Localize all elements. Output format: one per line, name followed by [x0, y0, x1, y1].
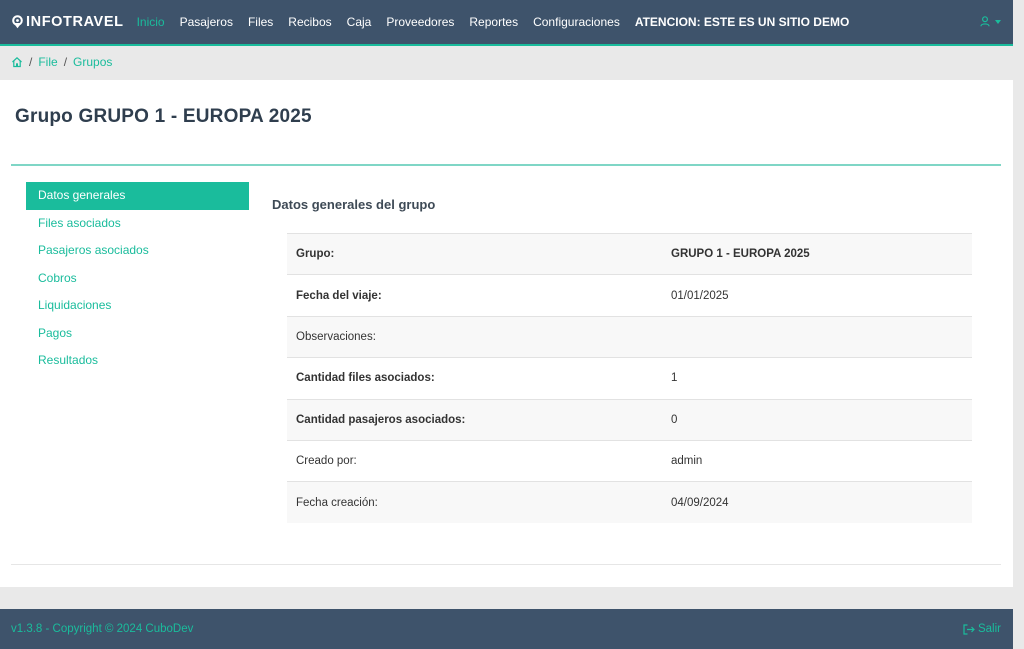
breadcrumb: / File / Grupos	[11, 55, 112, 69]
side-item-pasajeros-asociados[interactable]: Pasajeros asociados	[26, 237, 249, 265]
logout-button[interactable]: Salir	[963, 623, 1001, 635]
detail-value: admin	[671, 455, 703, 468]
top-navbar: INFOTRAVEL Inicio Pasajeros Files Recibo…	[0, 0, 1013, 46]
side-item-cobros[interactable]: Cobros	[26, 265, 249, 293]
nav-pasajeros[interactable]: Pasajeros	[180, 15, 233, 29]
breadcrumb-separator: /	[29, 55, 33, 69]
brand-logo[interactable]: INFOTRAVEL	[11, 14, 124, 30]
home-icon[interactable]	[11, 56, 23, 68]
user-icon	[980, 16, 990, 27]
copyright-text: v1.3.8 - Copyright © 2024 CuboDev	[11, 623, 194, 635]
logout-label: Salir	[977, 623, 1001, 635]
detail-value: 04/09/2024	[671, 496, 729, 509]
detail-label: Cantidad files asociados:	[296, 372, 435, 385]
detail-value: GRUPO 1 - EUROPA 2025	[671, 248, 810, 261]
detail-value: 01/01/2025	[671, 289, 729, 302]
nav-recibos[interactable]: Recibos	[288, 15, 331, 29]
demo-notice: ATENCION: ESTE ES UN SITIO DEMO	[634, 15, 850, 29]
detail-label: Creado por:	[296, 455, 357, 468]
side-item-datos-generales[interactable]: Datos generales	[26, 182, 249, 210]
table-row: Creado por: admin	[287, 440, 972, 481]
side-item-resultados[interactable]: Resultados	[26, 347, 249, 375]
detail-label: Cantidad pasajeros asociados:	[296, 413, 466, 426]
breadcrumb-separator: /	[63, 55, 68, 69]
nav-proveedores[interactable]: Proveedores	[386, 15, 454, 29]
location-pin-icon	[12, 15, 23, 29]
page-title: Grupo GRUPO 1 - EUROPA 2025	[15, 106, 312, 127]
side-item-files-asociados[interactable]: Files asociados	[26, 210, 249, 238]
nav-files[interactable]: Files	[248, 15, 273, 29]
detail-label: Fecha del viaje:	[296, 289, 382, 302]
detail-value: 0	[671, 413, 678, 426]
detail-value: 1	[671, 372, 678, 385]
side-item-liquidaciones[interactable]: Liquidaciones	[26, 292, 249, 320]
nav-caja[interactable]: Caja	[347, 15, 372, 29]
breadcrumb-file[interactable]: File	[38, 55, 57, 69]
table-row: Observaciones:	[287, 316, 972, 358]
nav-reportes[interactable]: Reportes	[469, 15, 518, 29]
user-menu-dropdown[interactable]	[980, 16, 1001, 27]
group-details-table: Grupo: GRUPO 1 - EUROPA 2025 Fecha del v…	[287, 233, 972, 524]
details-section-title: Datos generales del grupo	[272, 197, 436, 212]
page-scrollbar[interactable]	[1013, 0, 1024, 649]
group-detail-card: Grupo GRUPO 1 - EUROPA 2025 Datos genera…	[0, 80, 1013, 587]
detail-label: Grupo:	[296, 248, 335, 261]
table-row: Grupo: GRUPO 1 - EUROPA 2025	[287, 233, 972, 275]
nav-inicio[interactable]: Inicio	[137, 15, 165, 29]
table-row: Fecha del viaje: 01/01/2025	[287, 274, 972, 316]
detail-value	[662, 316, 972, 357]
group-side-menu: Datos generales Files asociados Pasajero…	[26, 182, 249, 375]
breadcrumb-grupos[interactable]: Grupos	[73, 55, 112, 69]
nav-configuraciones[interactable]: Configuraciones	[533, 15, 620, 29]
brand-name: INFOTRAVEL	[26, 14, 124, 30]
side-item-pagos[interactable]: Pagos	[26, 320, 249, 348]
table-row: Fecha creación: 04/09/2024	[287, 481, 972, 524]
caret-down-icon	[995, 19, 1001, 24]
title-divider	[11, 164, 1001, 166]
detail-label: Observaciones:	[296, 330, 376, 343]
detail-label: Fecha creación:	[296, 496, 378, 509]
table-row: Cantidad pasajeros asociados: 0	[287, 399, 972, 441]
footer: v1.3.8 - Copyright © 2024 CuboDev Salir	[0, 609, 1013, 649]
card-bottom-divider	[11, 564, 1001, 565]
table-row: Cantidad files asociados: 1	[287, 357, 972, 399]
sign-out-icon	[963, 623, 975, 635]
